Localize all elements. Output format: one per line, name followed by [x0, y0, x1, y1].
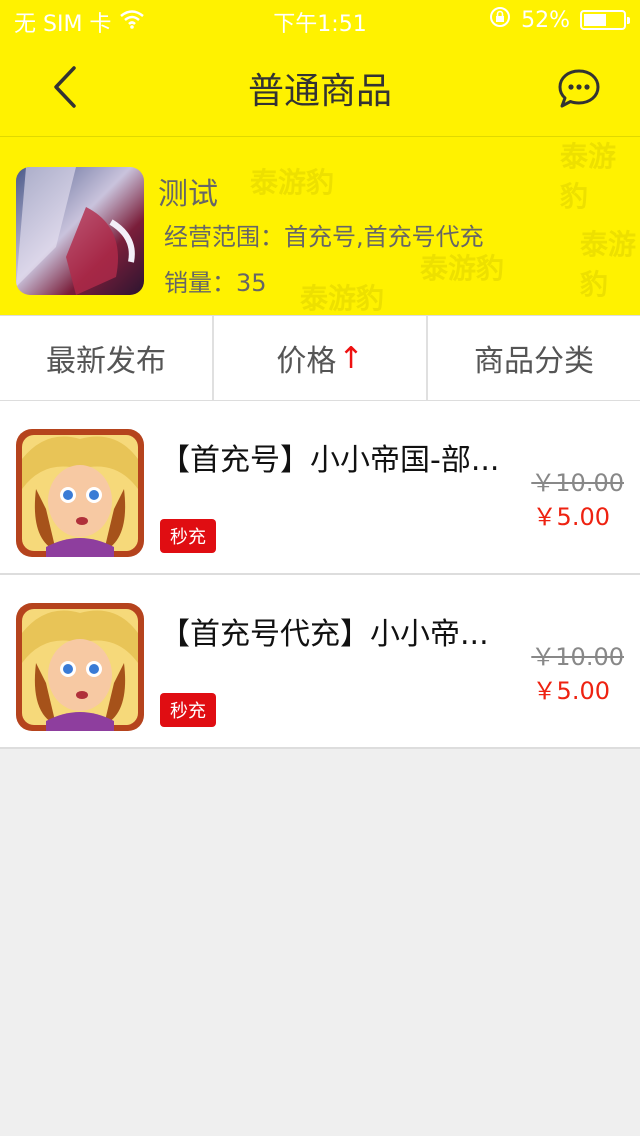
sort-tabs: 最新发布 价格 ↑ 商品分类 [0, 315, 640, 401]
shop-scope: 经营范围：首充号,首充号代充 [164, 223, 484, 251]
product-thumbnail [16, 603, 144, 731]
watermark-logo: 泰游豹 [300, 282, 385, 315]
sort-arrow-up-icon: ↑ [338, 340, 364, 376]
battery-icon [580, 10, 630, 30]
sale-price: ￥5.00 [532, 503, 610, 531]
watermark-logo: 泰游豹 [420, 252, 505, 285]
status-right: 52% [489, 6, 630, 34]
page-title: 普通商品 [247, 71, 392, 112]
instant-recharge-badge: 秒充 [160, 519, 216, 553]
tab-label: 价格 [276, 344, 337, 379]
product-item[interactable]: 【首充号】小小帝国-部... 秒充 ￥10.00 ￥5.00 [0, 401, 640, 575]
orientation-lock-icon [489, 6, 511, 34]
chat-bubble-icon [558, 69, 600, 108]
tab-latest[interactable]: 最新发布 [0, 316, 214, 400]
shop-name: 测试 [158, 177, 218, 212]
tab-category[interactable]: 商品分类 [428, 316, 640, 400]
product-title: 【首充号代充】小小帝... [160, 617, 489, 652]
product-title: 【首充号】小小帝国-部... [160, 443, 500, 478]
product-list: 【首充号】小小帝国-部... 秒充 ￥10.00 ￥5.00 【首充号代充】小小… [0, 401, 640, 749]
watermark-logo: 泰游豹 [250, 166, 335, 199]
tab-label: 最新发布 [46, 344, 166, 379]
shop-sales: 销量：35 [164, 269, 267, 297]
battery-percent: 52% [521, 7, 570, 33]
watermark-logo: 泰游豹 [580, 228, 637, 301]
product-thumbnail [16, 429, 144, 557]
shop-avatar [16, 167, 144, 295]
tab-price[interactable]: 价格 ↑ [214, 316, 428, 400]
tab-label: 商品分类 [474, 344, 594, 379]
product-item[interactable]: 【首充号代充】小小帝... 秒充 ￥10.00 ￥5.00 [0, 575, 640, 749]
original-price: ￥10.00 [531, 643, 624, 671]
status-bar: 无 SIM 卡 下午1:51 52% [0, 0, 640, 40]
original-price: ￥10.00 [531, 469, 624, 497]
instant-recharge-badge: 秒充 [160, 693, 216, 727]
chat-button[interactable] [552, 62, 606, 116]
navigation-bar: 普通商品 [0, 40, 640, 137]
shop-banner: 泰游豹 泰游豹 泰游豹 泰游豹 泰游豹 测试 经营范围：首充号,首充号代充 销量… [0, 137, 640, 315]
watermark-logo: 泰游豹 [560, 140, 617, 213]
sale-price: ￥5.00 [532, 677, 610, 705]
